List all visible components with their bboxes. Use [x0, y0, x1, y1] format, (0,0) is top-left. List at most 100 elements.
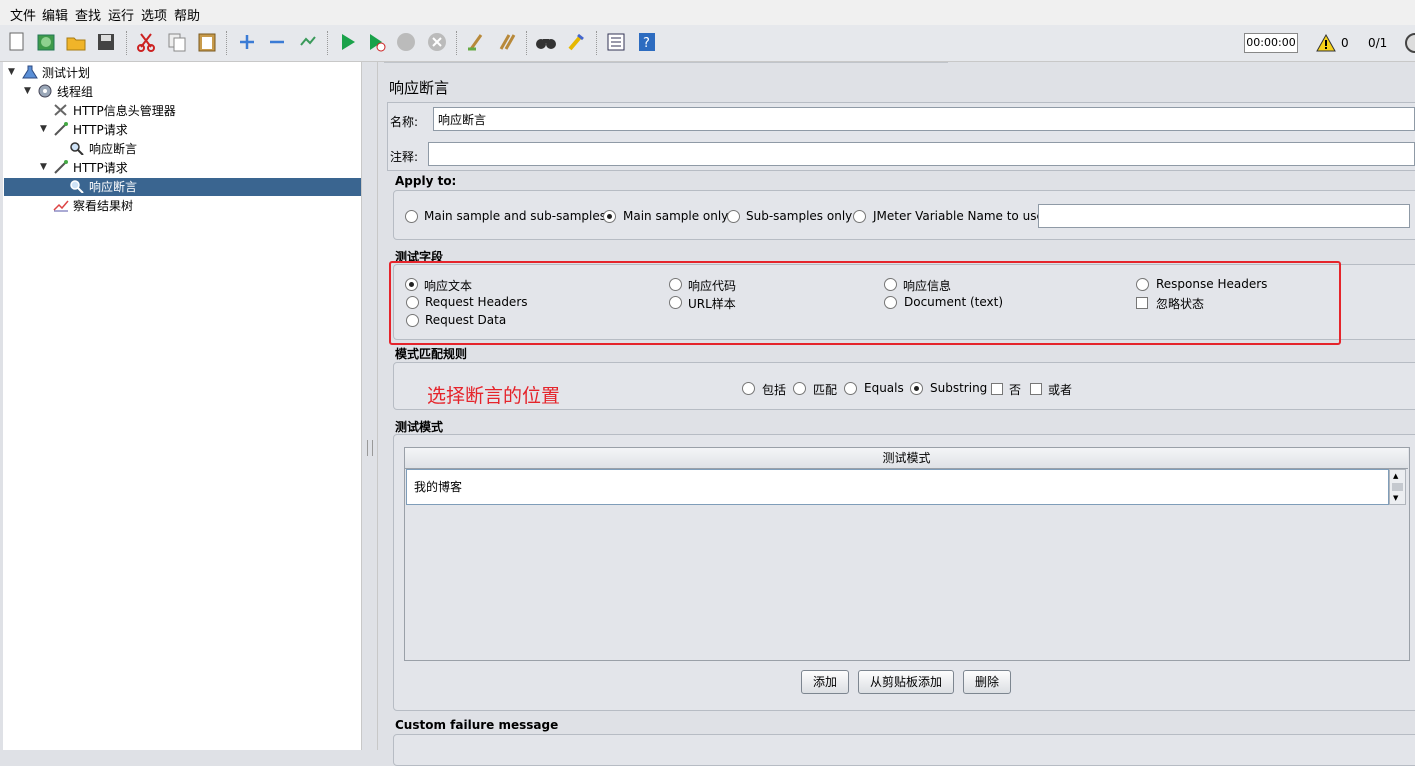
- name-label: 名称:: [390, 115, 419, 129]
- table-row[interactable]: 我的博客: [406, 469, 1389, 505]
- tree-node-response-assertion-2[interactable]: 响应断言: [4, 178, 361, 196]
- menu-search[interactable]: 查找: [75, 5, 101, 24]
- flask-icon: [22, 65, 38, 79]
- search-icon[interactable]: [535, 31, 557, 53]
- toggle-icon[interactable]: [297, 31, 319, 53]
- apply-variable-label[interactable]: JMeter Variable Name to use: [873, 209, 1044, 223]
- page-title: 响应断言: [389, 79, 450, 97]
- expand-toggle-icon[interactable]: ▼: [40, 162, 47, 172]
- expand-toggle-icon[interactable]: ▼: [40, 124, 47, 134]
- copy-icon[interactable]: [166, 31, 188, 53]
- pipette-icon: [53, 160, 69, 174]
- comment-field[interactable]: [428, 142, 1415, 166]
- scroll-thumb[interactable]: [1392, 483, 1403, 491]
- test-plan-tree[interactable]: ▼ 测试计划 ▼ 线程组 HTTP信息头管理器 ▼ HTTP请求 响应断言 ▼ …: [3, 62, 362, 750]
- tree-node-http-request-1[interactable]: HTTP请求: [53, 121, 128, 139]
- rule-substring-label[interactable]: Substring: [930, 381, 987, 395]
- tree-node-header-manager[interactable]: HTTP信息头管理器: [53, 102, 176, 120]
- rule-equals-label[interactable]: Equals: [864, 381, 904, 395]
- svg-text:?: ?: [643, 36, 650, 51]
- magnifier-icon: [69, 179, 85, 194]
- expand-toggle-icon[interactable]: ▼: [24, 86, 31, 96]
- shutdown-icon[interactable]: [426, 31, 448, 53]
- rule-contains-label[interactable]: 包括: [762, 381, 786, 398]
- custom-failure-title: Custom failure message: [395, 718, 559, 732]
- magnifier-icon: [69, 141, 85, 156]
- apply-variable-radio[interactable]: [853, 210, 866, 223]
- tools-icon: [53, 103, 69, 117]
- menu-file[interactable]: 文件: [10, 5, 36, 24]
- remote-status-icon: [1402, 33, 1415, 56]
- rule-matches-label[interactable]: 匹配: [813, 381, 837, 398]
- new-icon[interactable]: [6, 31, 28, 53]
- stop-icon[interactable]: [395, 31, 417, 53]
- apply-main-and-sub-radio[interactable]: [405, 210, 418, 223]
- toolbar: ?: [0, 25, 1415, 62]
- function-helper-icon[interactable]: [605, 31, 627, 53]
- rule-not-label[interactable]: 否: [1009, 381, 1021, 398]
- apply-to-title: Apply to:: [395, 174, 457, 188]
- clear-all-icon[interactable]: [496, 31, 518, 53]
- expand-toggle-icon[interactable]: ▼: [8, 67, 15, 77]
- splitter[interactable]: [362, 62, 378, 750]
- tree-node-thread-group[interactable]: 线程组: [37, 83, 93, 101]
- menu-help[interactable]: 帮助: [174, 5, 200, 24]
- elapsed-timer: 00:00:00: [1244, 33, 1298, 53]
- apply-main-and-sub-label[interactable]: Main sample and sub-samples: [424, 209, 606, 223]
- apply-main-only-label[interactable]: Main sample only: [623, 209, 728, 223]
- collapse-icon[interactable]: [266, 31, 288, 53]
- start-icon[interactable]: [337, 31, 359, 53]
- add-from-clipboard-button[interactable]: 从剪贴板添加: [858, 670, 954, 694]
- warning-icon[interactable]: [1316, 33, 1336, 55]
- reset-search-icon[interactable]: [566, 31, 588, 53]
- warning-count: 0: [1341, 36, 1349, 50]
- tree-node-results-tree[interactable]: 察看结果树: [53, 197, 133, 215]
- menu-run[interactable]: 运行: [108, 5, 134, 24]
- tree-node-http-request-2[interactable]: HTTP请求: [53, 159, 128, 177]
- open-icon[interactable]: [65, 31, 87, 53]
- custom-failure-group: [393, 734, 1415, 766]
- jmeter-variable-field[interactable]: [1038, 204, 1410, 228]
- apply-sub-only-label[interactable]: Sub-samples only: [746, 209, 852, 223]
- highlight-box: [389, 261, 1341, 345]
- comment-label: 注释:: [390, 150, 419, 164]
- chart-icon: [53, 198, 69, 212]
- paste-icon[interactable]: [196, 31, 218, 53]
- row-scrollbar[interactable]: ▲ ▼: [1389, 469, 1406, 505]
- apply-sub-only-radio[interactable]: [727, 210, 740, 223]
- patterns-column-header[interactable]: 测试模式: [405, 448, 1408, 469]
- scroll-down-icon[interactable]: ▼: [1393, 494, 1398, 502]
- save-icon[interactable]: [95, 31, 117, 53]
- add-button[interactable]: 添加: [801, 670, 849, 694]
- start-no-pause-icon[interactable]: [366, 31, 388, 53]
- rule-or-label[interactable]: 或者: [1048, 381, 1072, 398]
- clear-icon[interactable]: [465, 31, 487, 53]
- splitter-grip[interactable]: [367, 440, 373, 456]
- tree-node-response-assertion-1[interactable]: 响应断言: [69, 140, 137, 158]
- rule-matches-radio[interactable]: [793, 382, 806, 395]
- scroll-up-icon[interactable]: ▲: [1393, 472, 1398, 480]
- pipette-icon: [53, 122, 69, 136]
- rule-or-checkbox[interactable]: [1030, 383, 1042, 395]
- gear-icon: [37, 84, 53, 98]
- templates-icon[interactable]: [35, 31, 57, 53]
- thread-count: 0/1: [1368, 36, 1388, 50]
- rule-contains-radio[interactable]: [742, 382, 755, 395]
- menu-bar: 文件 编辑 查找 运行 选项 帮助: [0, 0, 1415, 25]
- menu-edit[interactable]: 编辑: [42, 5, 68, 24]
- rule-equals-radio[interactable]: [844, 382, 857, 395]
- pattern-cell[interactable]: 我的博客: [414, 478, 462, 495]
- cut-icon[interactable]: [135, 31, 157, 53]
- menu-options[interactable]: 选项: [141, 5, 167, 24]
- expand-icon[interactable]: [236, 31, 258, 53]
- pattern-rules-title: 模式匹配规则: [395, 347, 468, 361]
- name-field[interactable]: 响应断言: [433, 107, 1415, 131]
- delete-button[interactable]: 删除: [963, 670, 1011, 694]
- apply-main-only-radio[interactable]: [603, 210, 616, 223]
- rule-not-checkbox[interactable]: [991, 383, 1003, 395]
- rule-substring-radio[interactable]: [910, 382, 923, 395]
- help-icon[interactable]: ?: [636, 31, 658, 53]
- patterns-title: 测试模式: [395, 420, 444, 434]
- tree-node-test-plan[interactable]: 测试计划: [22, 64, 90, 82]
- annotation-text: 选择断言的位置: [427, 385, 561, 407]
